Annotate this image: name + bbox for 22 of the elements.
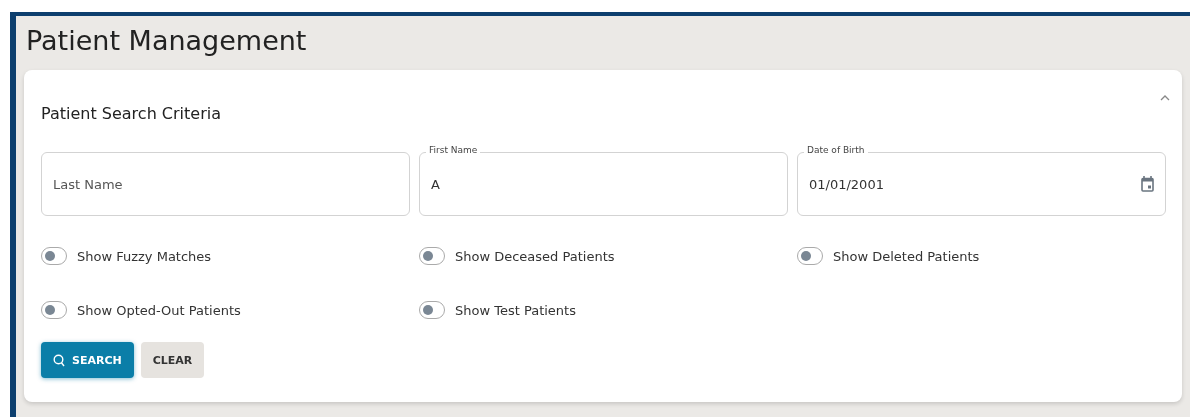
clear-button[interactable]: CLEAR bbox=[140, 342, 205, 378]
input-field[interactable]: Last Name bbox=[41, 152, 410, 216]
toggle-switch[interactable] bbox=[797, 247, 823, 265]
collapse-icon[interactable] bbox=[1160, 94, 1170, 101]
toggle-label: Show Opted-Out Patients bbox=[77, 302, 241, 318]
search-icon bbox=[53, 353, 65, 367]
field-label: Date of Birth bbox=[804, 145, 868, 155]
toggle-label: Show Test Patients bbox=[455, 302, 576, 318]
toggle-switch[interactable] bbox=[41, 301, 67, 319]
field-label: First Name bbox=[426, 145, 481, 155]
toggle-switch[interactable] bbox=[419, 247, 445, 265]
input-field[interactable]: A bbox=[419, 152, 788, 216]
page-title: Patient Management bbox=[25, 24, 308, 58]
toggle-label: Show Deceased Patients bbox=[455, 248, 615, 264]
calendar-icon[interactable] bbox=[1141, 176, 1154, 192]
date-field[interactable]: 01/01/2001 bbox=[797, 152, 1166, 216]
toggle-switch[interactable] bbox=[419, 301, 445, 319]
card-title: Patient Search Criteria bbox=[41, 104, 222, 125]
toggle-switch[interactable] bbox=[41, 247, 67, 265]
search-button[interactable]: SEARCH bbox=[41, 342, 134, 378]
toggle-label: Show Deleted Patients bbox=[833, 248, 980, 264]
toggle-label: Show Fuzzy Matches bbox=[77, 248, 212, 264]
